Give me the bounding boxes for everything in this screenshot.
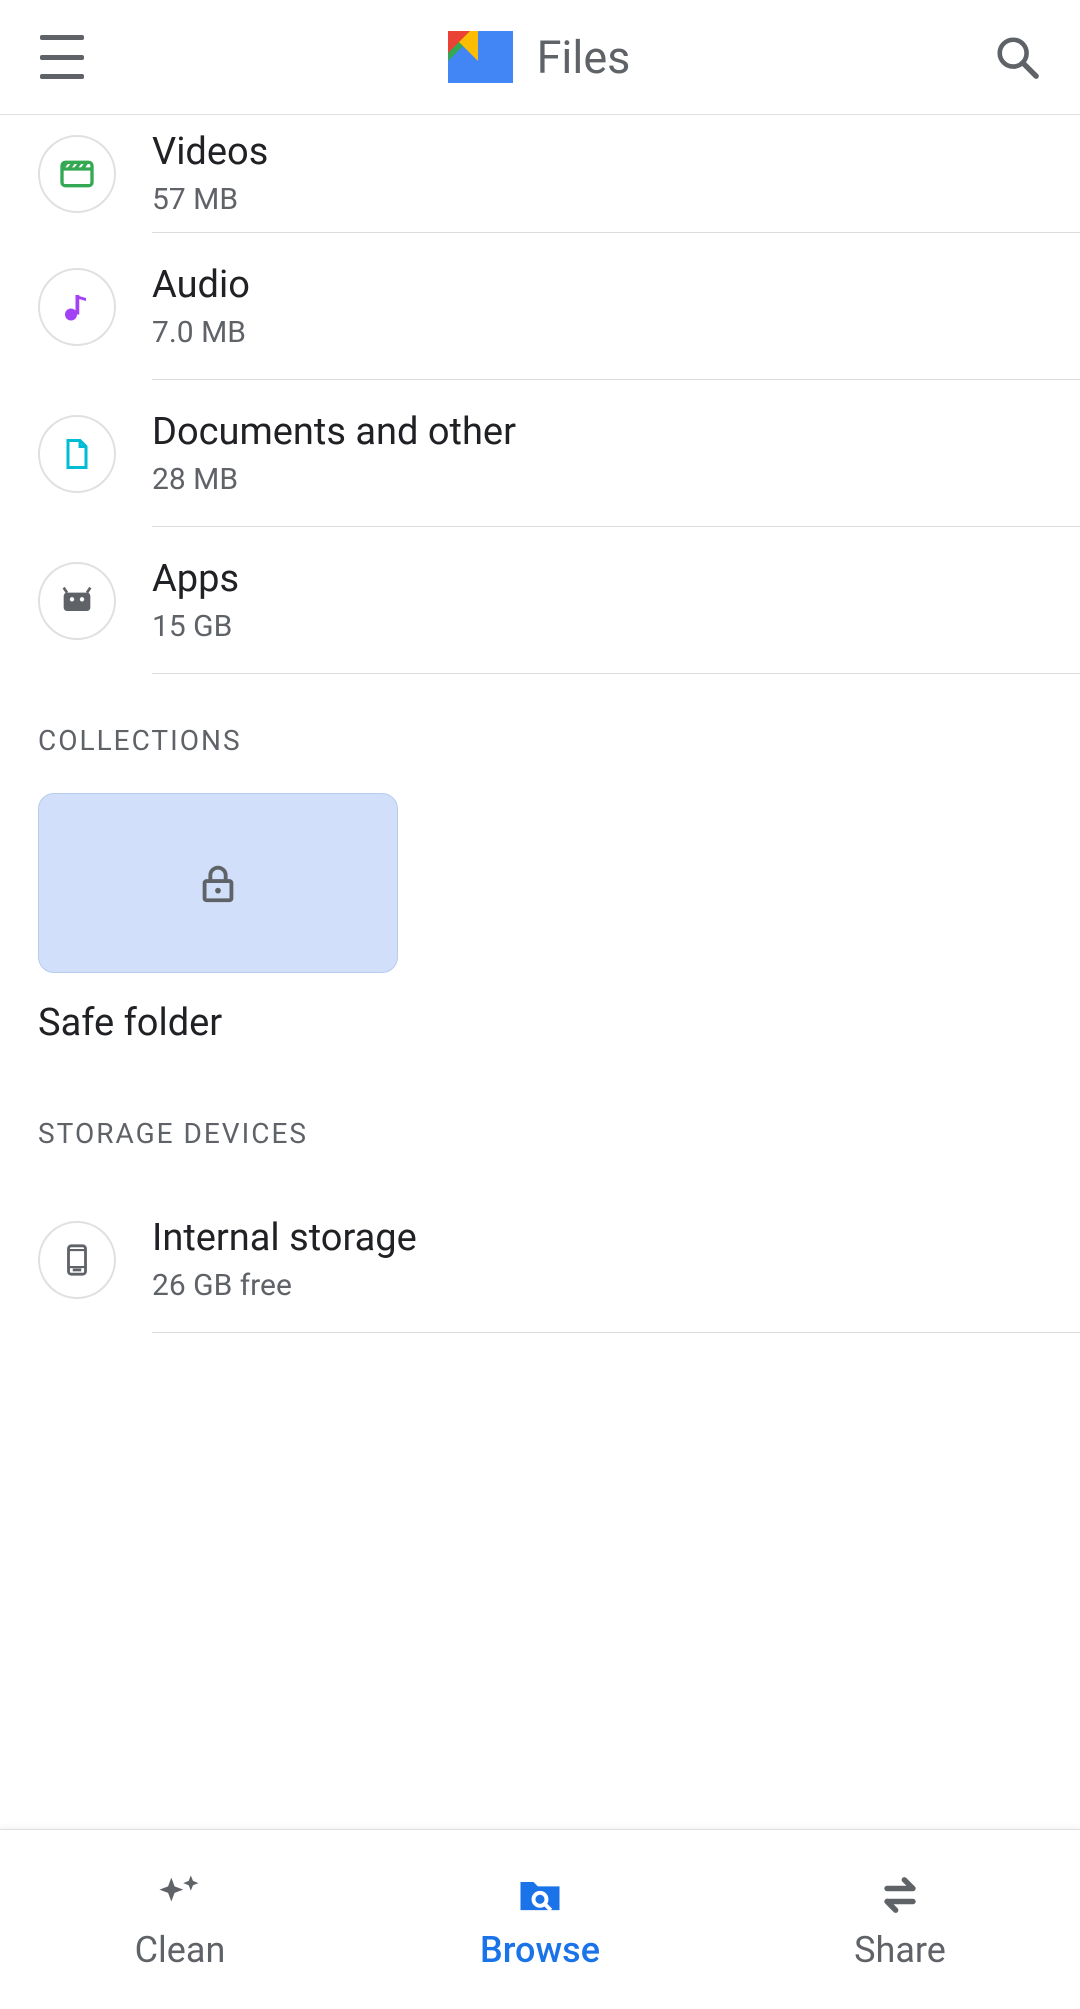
category-title: Documents and other: [152, 410, 1080, 454]
lock-icon: [195, 860, 241, 906]
category-title: Apps: [152, 557, 1080, 601]
nav-label: Browse: [480, 1929, 600, 1971]
nav-clean[interactable]: Clean: [0, 1830, 360, 2009]
files-app-icon: [448, 31, 513, 83]
category-size: 15 GB: [152, 609, 1080, 644]
nav-label: Clean: [135, 1929, 226, 1971]
bottom-nav: Clean Browse Share: [0, 1829, 1080, 2009]
nav-browse[interactable]: Browse: [360, 1830, 720, 2009]
app-header: Files: [0, 0, 1080, 115]
folder-search-icon: [514, 1869, 566, 1921]
apps-icon: [38, 562, 116, 640]
share-icon: [874, 1869, 926, 1921]
section-collections: COLLECTIONS: [0, 674, 1080, 757]
category-apps[interactable]: Apps 15 GB: [0, 527, 1080, 674]
category-size: 28 MB: [152, 462, 1080, 497]
storage-title: Internal storage: [152, 1216, 1080, 1260]
app-title: Files: [537, 31, 631, 84]
content-area: Videos 57 MB Audio 7.0 MB Documents and …: [0, 115, 1080, 1829]
collection-label: Safe folder: [38, 1001, 398, 1045]
phone-icon: [38, 1221, 116, 1299]
documents-icon: [38, 415, 116, 493]
nav-share[interactable]: Share: [720, 1830, 1080, 2009]
audio-icon: [38, 268, 116, 346]
menu-button[interactable]: [40, 35, 84, 79]
category-videos[interactable]: Videos 57 MB: [0, 115, 1080, 233]
category-size: 7.0 MB: [152, 315, 1080, 350]
category-audio[interactable]: Audio 7.0 MB: [0, 233, 1080, 380]
nav-label: Share: [854, 1929, 946, 1971]
category-size: 57 MB: [152, 182, 1080, 217]
search-icon: [994, 34, 1040, 80]
category-documents[interactable]: Documents and other 28 MB: [0, 380, 1080, 527]
storage-internal[interactable]: Internal storage 26 GB free: [0, 1186, 1080, 1333]
brand: Files: [84, 31, 994, 84]
category-title: Videos: [152, 130, 1080, 174]
sparkle-icon: [154, 1869, 206, 1921]
safe-folder-tile[interactable]: [38, 793, 398, 973]
search-button[interactable]: [994, 34, 1040, 80]
section-storage: STORAGE DEVICES: [0, 1045, 1080, 1150]
collection-safe-folder: Safe folder: [38, 793, 398, 1045]
storage-sub: 26 GB free: [152, 1268, 1080, 1303]
category-title: Audio: [152, 263, 1080, 307]
videos-icon: [38, 135, 116, 213]
